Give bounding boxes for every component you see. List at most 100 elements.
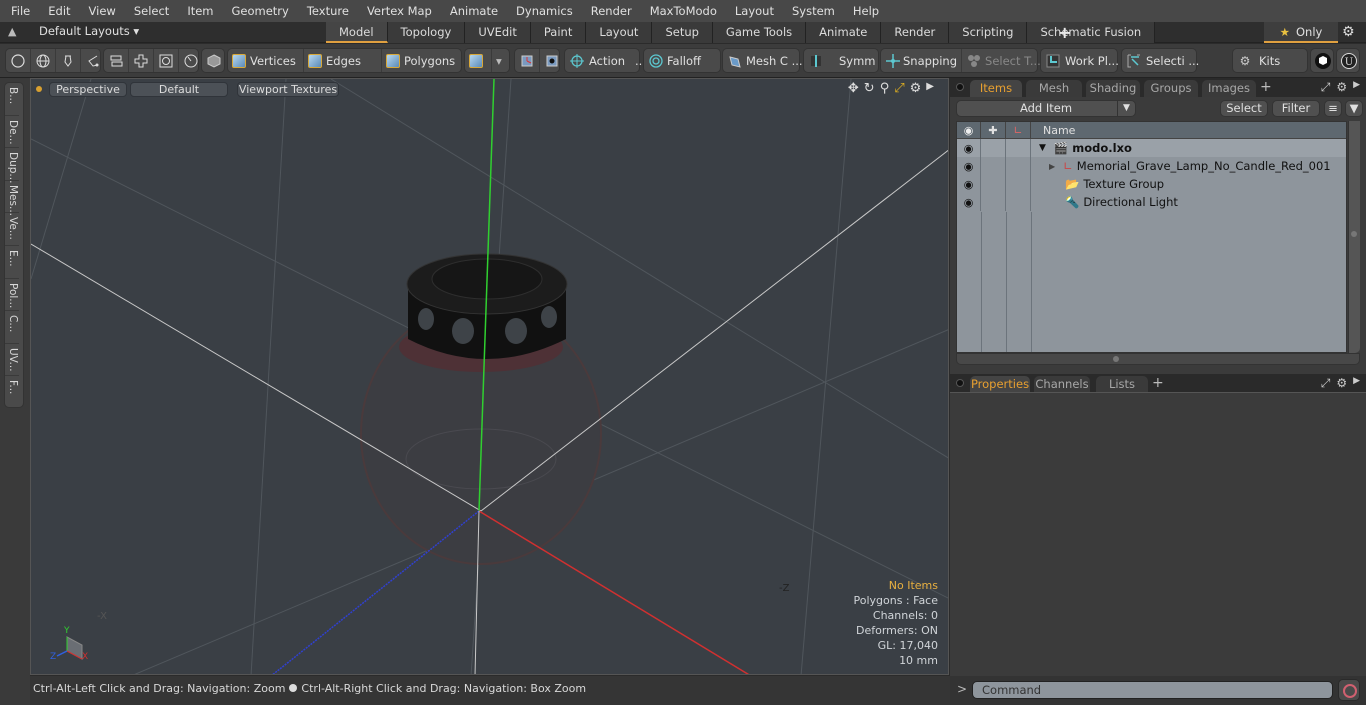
snap-button-2[interactable] — [540, 49, 564, 72]
vtab-deform[interactable]: De... — [5, 116, 19, 149]
menu-file[interactable]: File — [0, 0, 39, 22]
tree-horizontal-scrollbar[interactable] — [956, 353, 1360, 365]
vertices-button[interactable]: Vertices — [228, 49, 304, 72]
menu-select[interactable]: Select — [125, 0, 178, 22]
tree-row[interactable]: ◉ ▶ ∟ Memorial_Grave_Lamp_No_Candle_Red_00… — [957, 157, 1346, 175]
unreal-kit-button[interactable]: U — [1337, 49, 1361, 72]
visibility-toggle[interactable]: ◉ — [957, 139, 981, 157]
panel-maximize-icon[interactable]: ⤢ — [1321, 376, 1331, 391]
work-plane-button[interactable]: Work Pl... — [1041, 49, 1123, 72]
frame-button[interactable] — [154, 49, 179, 72]
menu-maxtomodo[interactable]: MaxToModo — [641, 0, 726, 22]
menu-help[interactable]: Help — [844, 0, 888, 22]
tab-items[interactable]: Items — [970, 80, 1022, 97]
vtab-fusion[interactable]: F... — [5, 376, 19, 409]
add-item-button[interactable]: Add Item ▼ — [956, 100, 1136, 117]
viewport-menu-dot[interactable] — [36, 86, 42, 92]
tab-lists[interactable]: Lists — [1096, 376, 1148, 393]
maximize-icon[interactable]: ⤢ — [894, 81, 904, 96]
menu-system[interactable]: System — [783, 0, 844, 22]
collapse-arrow-icon[interactable]: ▼ — [1039, 143, 1046, 153]
polygons-button[interactable]: Polygons — [382, 49, 460, 72]
tab-model[interactable]: Model — [326, 22, 388, 43]
tab-game-tools[interactable]: Game Tools — [712, 22, 807, 43]
tab-setup[interactable]: Setup — [652, 22, 713, 43]
only-toggle[interactable]: ★ Only — [1264, 22, 1338, 43]
cross-button[interactable] — [129, 49, 154, 72]
type-column-header[interactable]: ∟ — [1006, 122, 1031, 138]
menu-view[interactable]: View — [80, 0, 125, 22]
add-tab-button[interactable]: + — [1058, 23, 1071, 42]
viewport-gear-icon[interactable]: ⚙ — [910, 81, 922, 96]
home-icon[interactable]: ▲ — [8, 25, 22, 39]
menu-render[interactable]: Render — [582, 0, 641, 22]
name-column-header[interactable]: Name — [1031, 122, 1346, 138]
vtab-uv[interactable]: UV... — [5, 344, 19, 377]
select-through-button[interactable]: Select T... — [962, 49, 1045, 72]
menu-layout[interactable]: Layout — [726, 0, 783, 22]
tab-layout[interactable]: Layout — [586, 22, 653, 43]
vtab-edge[interactable]: E... — [5, 246, 19, 279]
visibility-column-header[interactable]: ◉ — [957, 122, 981, 138]
lock-column-header[interactable]: ✚ — [981, 122, 1006, 138]
falloff-button[interactable]: Falloff — [644, 49, 705, 72]
shading-dropdown[interactable]: Default — [130, 82, 228, 97]
vtab-vertex[interactable]: Ve... — [5, 213, 19, 246]
vtab-polygon[interactable]: Pol... — [5, 279, 19, 312]
mesh-constraint-button[interactable]: Mesh C ... — [723, 49, 807, 72]
3d-viewport[interactable]: -X -Z Y X Z Perspective Default Viewport… — [30, 78, 949, 675]
path-button[interactable] — [81, 49, 105, 72]
tree-row[interactable]: ◉ ▼ 🎬 modo.lxo — [957, 139, 1346, 157]
tab-animate[interactable]: Animate — [806, 22, 882, 43]
menu-animate[interactable]: Animate — [441, 0, 507, 22]
hscroll-handle[interactable] — [1113, 356, 1119, 362]
zoom-icon[interactable]: ⚲ — [880, 81, 890, 96]
menu-dynamics[interactable]: Dynamics — [507, 0, 582, 22]
tab-paint[interactable]: Paint — [530, 22, 587, 43]
panel-gear-icon[interactable]: ⚙ — [1336, 376, 1347, 391]
tab-scripting[interactable]: Scripting — [949, 22, 1028, 43]
expand-arrow-icon[interactable]: ▶ — [926, 81, 934, 96]
panel-gear-icon[interactable]: ⚙ — [1336, 80, 1347, 95]
menu-item[interactable]: Item — [178, 0, 222, 22]
tab-mesh-ops[interactable]: Mesh Ops — [1026, 80, 1082, 112]
menu-texture[interactable]: Texture — [298, 0, 358, 22]
tab-render[interactable]: Render — [881, 22, 950, 43]
tab-schematic-fusion[interactable]: Schematic Fusion — [1027, 22, 1156, 43]
panel-arrow-icon[interactable]: ▶ — [1353, 376, 1360, 391]
tree-row[interactable]: ◉ 📂 Texture Group — [957, 175, 1346, 193]
layouts-dropdown[interactable]: Default Layouts ▾ — [39, 24, 139, 38]
tab-topology[interactable]: Topology — [387, 22, 466, 43]
menu-geometry[interactable]: Geometry — [223, 0, 298, 22]
scroll-handle[interactable] — [1351, 231, 1357, 237]
tab-channels[interactable]: Channels — [1034, 376, 1090, 393]
add-panel-tab-button[interactable]: + — [1152, 375, 1164, 391]
select-button[interactable]: Select — [1220, 100, 1268, 117]
vtab-duplicate[interactable]: Dup... — [5, 148, 19, 184]
globe-button[interactable] — [31, 49, 56, 72]
snap-button-1[interactable] — [515, 49, 540, 72]
tab-groups[interactable]: Groups — [1144, 80, 1198, 97]
material-mode-button[interactable] — [465, 49, 492, 72]
item-mode-button[interactable] — [202, 49, 226, 72]
vtab-curve[interactable]: C... — [5, 311, 19, 344]
tab-properties[interactable]: Properties — [970, 376, 1030, 393]
filter-button[interactable]: Filter — [1272, 100, 1320, 117]
menu-vertex-map[interactable]: Vertex Map — [358, 0, 441, 22]
panel-menu-dot[interactable] — [956, 379, 964, 387]
add-item-dropdown-icon[interactable]: ▼ — [1117, 101, 1135, 116]
pan-icon[interactable]: ✥ — [848, 81, 859, 96]
edges-button[interactable]: Edges — [304, 49, 382, 72]
panel-arrow-icon[interactable]: ▶ — [1353, 80, 1360, 95]
tab-images[interactable]: Images — [1202, 80, 1256, 97]
record-macro-button[interactable] — [1338, 679, 1360, 701]
command-input[interactable]: Command — [972, 681, 1333, 699]
kits-button[interactable]: ⚙ Kits — [1233, 49, 1284, 72]
vtab-basic[interactable]: B... — [5, 83, 19, 116]
viewport-textures-dropdown[interactable]: Viewport Textures — [237, 82, 339, 97]
gear-icon[interactable]: ⚙ — [1342, 24, 1355, 40]
expand-arrow-icon[interactable]: ▶ — [1049, 162, 1055, 171]
dial-button[interactable] — [179, 49, 203, 72]
panel-menu-dot[interactable] — [956, 83, 964, 91]
circle-select-button[interactable] — [6, 49, 31, 72]
